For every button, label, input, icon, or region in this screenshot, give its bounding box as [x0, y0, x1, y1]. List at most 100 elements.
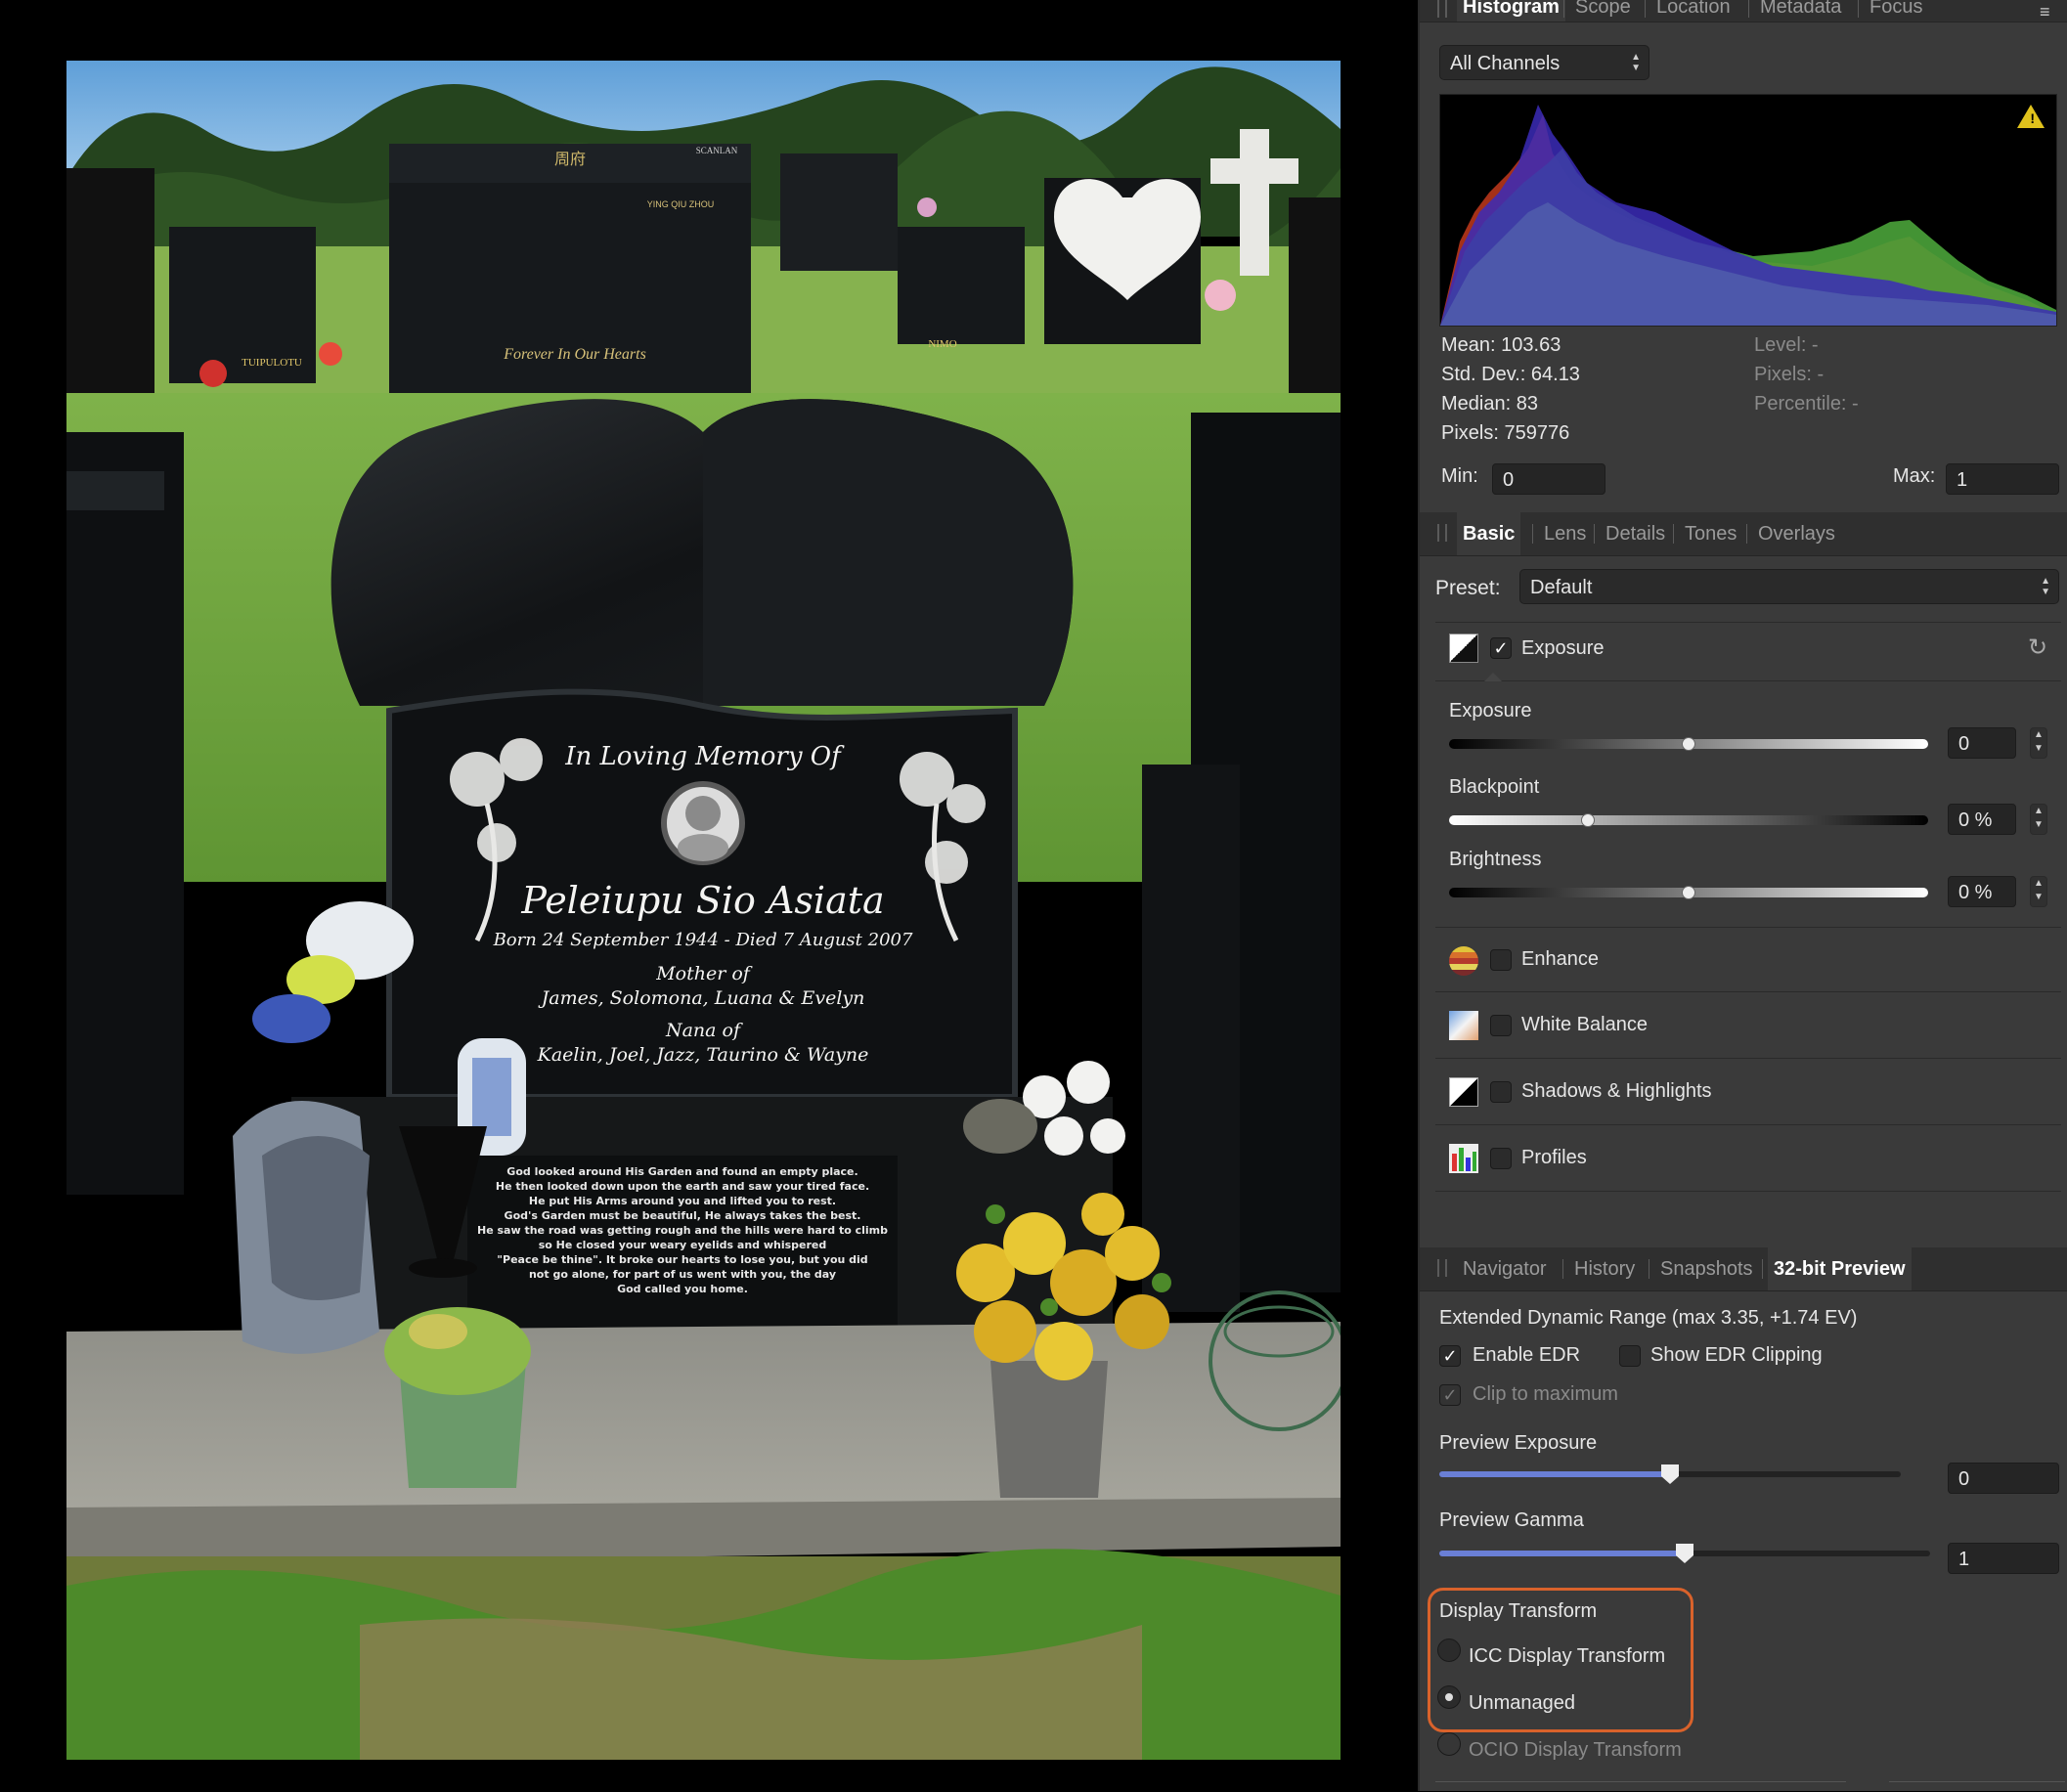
preview-exposure-field[interactable]: 0 [1948, 1463, 2059, 1494]
enable-edr-label[interactable]: Enable EDR [1473, 1344, 1580, 1367]
icc-display-transform-radio[interactable] [1437, 1639, 1461, 1662]
display-transform-label: Display Transform [1439, 1600, 1598, 1622]
exposure-slider-thumb[interactable] [1682, 737, 1695, 751]
channel-select-value: All Channels [1450, 53, 1561, 74]
max-field[interactable]: 1 [1946, 463, 2059, 495]
photo-header-text: In Loving Memory Of [564, 742, 845, 771]
bg-label-ying: YING QIU ZHOU [647, 199, 715, 209]
tab-location[interactable]: Location [1650, 0, 1737, 22]
poem-line-6: so He closed your weary eyelids and whis… [539, 1239, 827, 1251]
exposure-icon [1449, 634, 1478, 663]
image-canvas[interactable]: 周府 SCANLAN YING QIU ZHOU Forever In Our … [0, 0, 1418, 1791]
icc-display-transform-label[interactable]: ICC Display Transform [1469, 1645, 1665, 1668]
ocio-display-transform-label[interactable]: OCIO Display Transform [1469, 1739, 1682, 1762]
brightness-slider-label: Brightness [1449, 849, 1542, 870]
preview-gamma-thumb[interactable] [1676, 1544, 1693, 1563]
stat-pixels: Pixels: 759776 [1441, 422, 1570, 444]
exposure-group-title[interactable]: Exposure [1521, 637, 1605, 660]
photo-nana-of: Nana of [665, 1020, 743, 1041]
bg-label-nimo: NIMO [928, 338, 956, 350]
photo-name: Peleiupu Sio Asiata [520, 879, 884, 922]
tab-tones[interactable]: Tones [1679, 512, 1742, 555]
preset-select[interactable]: Default ▲ ▼ [1519, 569, 2059, 604]
clip-to-maximum-label[interactable]: Clip to maximum [1473, 1383, 1618, 1406]
ocio-display-transform-radio[interactable] [1437, 1732, 1461, 1756]
exposure-value-field[interactable]: 0 [1948, 727, 2016, 759]
histogram-graph[interactable]: ! [1439, 94, 2057, 327]
profiles-icon [1449, 1144, 1478, 1173]
tab-scope[interactable]: Scope [1569, 0, 1637, 22]
preview-exposure-fill [1439, 1471, 1670, 1477]
stat-std-dev: Std. Dev.: 64.13 [1441, 364, 1580, 385]
preset-value: Default [1530, 577, 1593, 598]
profiles-enable-checkbox[interactable] [1490, 1148, 1512, 1169]
bg-label-chinese: 周府 [554, 150, 586, 168]
poem-line-7: "Peace be thine". It broke our hearts to… [497, 1253, 867, 1266]
blackpoint-slider-label: Blackpoint [1449, 776, 1540, 798]
brightness-value-field[interactable]: 0 % [1948, 876, 2016, 907]
channel-select[interactable]: All Channels ▲ ▼ [1439, 45, 1649, 80]
tab-histogram[interactable]: Histogram [1457, 0, 1565, 22]
bg-label-scanlan: SCANLAN [696, 146, 738, 155]
stat-percentile: Percentile: - [1754, 393, 1859, 415]
tab-details[interactable]: Details [1600, 512, 1671, 555]
white-balance-enable-checkbox[interactable] [1490, 1015, 1512, 1036]
blackpoint-stepper[interactable]: ▲ ▼ [2030, 804, 2047, 835]
tab-focus[interactable]: Focus [1864, 0, 1928, 22]
unmanaged-label[interactable]: Unmanaged [1469, 1692, 1575, 1715]
enhance-enable-checkbox[interactable] [1490, 949, 1512, 971]
brightness-stepper[interactable]: ▲ ▼ [2030, 876, 2047, 907]
stat-level: Level: - [1754, 334, 1819, 356]
reset-icon[interactable]: ↻ [2028, 634, 2047, 662]
photo-mother-of: Mother of [655, 963, 753, 984]
panel-grip-handle[interactable] [1437, 0, 1447, 18]
edr-title: Extended Dynamic Range (max 3.35, +1.74 … [1439, 1307, 1858, 1329]
shadows-highlights-group-title[interactable]: Shadows & Highlights [1521, 1080, 1712, 1103]
tab-basic[interactable]: Basic [1457, 512, 1521, 555]
tab-navigator[interactable]: Navigator [1457, 1247, 1553, 1290]
photo-gravestone: 周府 SCANLAN YING QIU ZHOU Forever In Our … [66, 61, 1341, 1760]
photo-dates: Born 24 September 1944 - Died 7 August 2… [493, 930, 913, 950]
min-field[interactable]: 0 [1492, 463, 1605, 495]
shadows-highlights-icon [1449, 1077, 1478, 1107]
poem-line-3: He put His Arms around you and lifted yo… [529, 1195, 836, 1207]
unmanaged-radio[interactable] [1437, 1685, 1461, 1709]
tab-snapshots[interactable]: Snapshots [1654, 1247, 1759, 1290]
profiles-group-title[interactable]: Profiles [1521, 1147, 1587, 1169]
bg-label-tuipulotu: TUIPULOTU [242, 357, 302, 369]
preview-gamma-field[interactable]: 1 [1948, 1543, 2059, 1574]
white-balance-group-title[interactable]: White Balance [1521, 1014, 1648, 1036]
exposure-slider-label: Exposure [1449, 700, 1532, 721]
preview-tabbar: Navigator History Snapshots 32-bit Previ… [1420, 1247, 2067, 1291]
clip-to-maximum-checkbox[interactable]: ✓ [1439, 1384, 1461, 1406]
tab-32bit-preview[interactable]: 32-bit Preview [1768, 1247, 1912, 1290]
preview-gamma-label: Preview Gamma [1439, 1509, 1584, 1531]
max-label: Max: [1893, 465, 1936, 487]
tab-lens[interactable]: Lens [1538, 512, 1592, 555]
tab-metadata[interactable]: Metadata [1754, 0, 1847, 22]
tab-overlays[interactable]: Overlays [1752, 512, 1841, 555]
shadows-highlights-enable-checkbox[interactable] [1490, 1081, 1512, 1103]
photo-grandchildren: Kaelin, Joel, Jazz, Taurino & Wayne [537, 1044, 869, 1066]
select-updown-icon: ▲ ▼ [1631, 52, 1641, 73]
tab-history[interactable]: History [1568, 1247, 1641, 1290]
studio-panel: Histogram Scope Location Metadata Focus … [1418, 0, 2067, 1791]
blackpoint-slider-thumb[interactable] [1581, 813, 1596, 827]
poem-line-5: He saw the road was getting rough and th… [477, 1224, 888, 1237]
show-edr-clipping-checkbox[interactable] [1619, 1345, 1641, 1367]
blackpoint-slider[interactable] [1449, 815, 1928, 825]
photo-children: James, Solomona, Luana & Evelyn [538, 987, 865, 1009]
preview-exposure-thumb[interactable] [1661, 1464, 1679, 1484]
exposure-enable-checkbox[interactable]: ✓ [1490, 637, 1512, 659]
enable-edr-checkbox[interactable]: ✓ [1439, 1345, 1461, 1367]
show-edr-clipping-label[interactable]: Show EDR Clipping [1650, 1344, 1823, 1367]
blackpoint-value-field[interactable]: 0 % [1948, 804, 2016, 835]
preset-label: Preset: [1435, 577, 1501, 599]
develop-tabbar: Basic Lens Details Tones Overlays [1420, 512, 2067, 556]
enhance-group-title[interactable]: Enhance [1521, 948, 1599, 971]
preview-exposure-label: Preview Exposure [1439, 1432, 1598, 1454]
brightness-slider-thumb[interactable] [1682, 886, 1695, 899]
exposure-stepper[interactable]: ▲ ▼ [2030, 727, 2047, 759]
panel-menu-icon[interactable]: ≡ [2040, 2, 2059, 22]
enhance-icon [1449, 946, 1478, 976]
